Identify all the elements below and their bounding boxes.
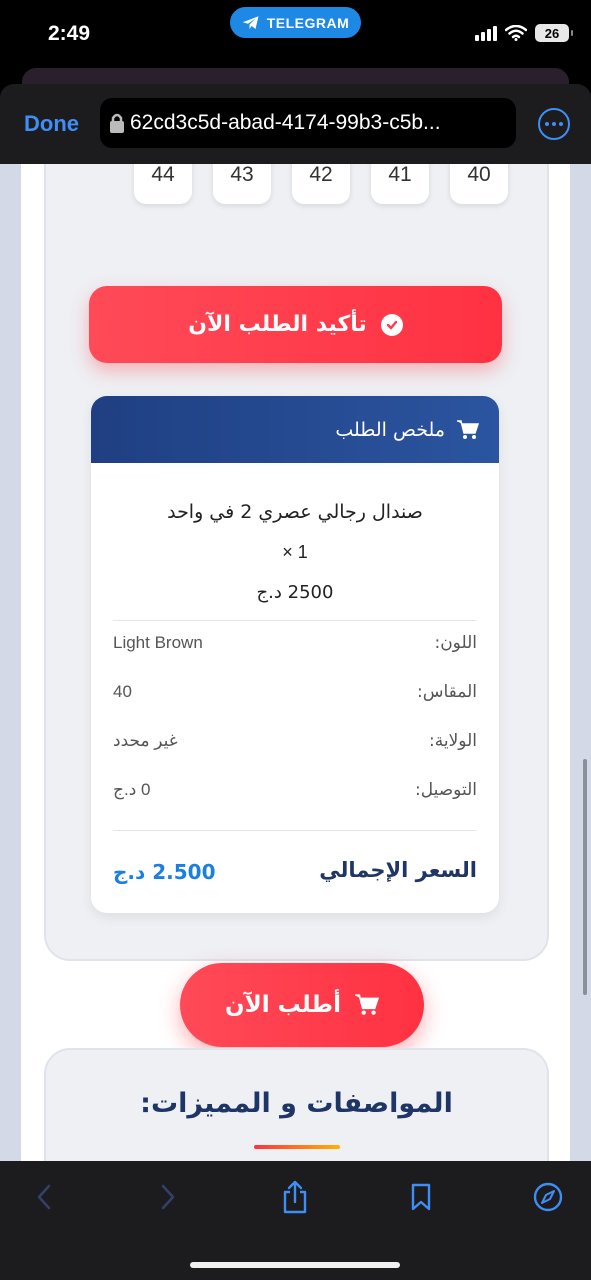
total-label: السعر الإجمالي bbox=[319, 858, 477, 882]
divider bbox=[113, 830, 477, 831]
summary-row-state: غير محدد الولاية: bbox=[113, 731, 477, 751]
bookmark-icon[interactable] bbox=[403, 1179, 439, 1215]
status-bar: 2:49 TELEGRAM 26 bbox=[0, 0, 591, 70]
size-option-40[interactable]: 40 bbox=[450, 164, 508, 204]
confirm-order-button[interactable]: تأكيد الطلب الآن bbox=[89, 286, 502, 363]
clock: 2:49 bbox=[48, 22, 91, 45]
status-icons: 26 bbox=[475, 24, 573, 42]
summary-row-color: Light Brown اللون: bbox=[113, 633, 477, 653]
more-icon[interactable] bbox=[538, 108, 570, 140]
telegram-label: TELEGRAM bbox=[266, 14, 350, 31]
browser-top-bar: Done 62cd3c5d-abad-4174-99b3-c5b... bbox=[0, 84, 591, 164]
home-indicator[interactable] bbox=[190, 1262, 400, 1268]
delivery-label: التوصيل: bbox=[415, 780, 477, 800]
telegram-icon bbox=[242, 15, 259, 29]
order-summary: ملخص الطلب صندال رجالي عصري 2 في واحد × … bbox=[91, 396, 499, 913]
telegram-pill[interactable]: TELEGRAM bbox=[230, 7, 361, 38]
lock-icon bbox=[110, 113, 124, 133]
check-circle-icon bbox=[380, 313, 403, 336]
web-content: 40 41 42 43 44 تأكيد الطلب الآن ملخص الط… bbox=[0, 164, 591, 1161]
product-name: صندال رجالي عصري 2 في واحد bbox=[167, 501, 423, 523]
forward-icon[interactable] bbox=[150, 1179, 186, 1215]
url-field[interactable]: 62cd3c5d-abad-4174-99b3-c5b... bbox=[100, 98, 516, 148]
done-button[interactable]: Done bbox=[24, 111, 79, 137]
specs-title-underline bbox=[254, 1145, 340, 1149]
url-text: 62cd3c5d-abad-4174-99b3-c5b... bbox=[130, 111, 441, 134]
confirm-order-label: تأكيد الطلب الآن bbox=[188, 312, 367, 337]
cart-icon bbox=[354, 994, 379, 1015]
back-icon[interactable] bbox=[26, 1179, 62, 1215]
battery-level: 26 bbox=[544, 25, 560, 41]
divider bbox=[113, 620, 477, 621]
state-value: غير محدد bbox=[113, 731, 178, 750]
order-summary-header: ملخص الطلب bbox=[91, 396, 499, 463]
specs-card: المواصفات و المميزات: bbox=[44, 1048, 549, 1161]
order-now-button[interactable]: أطلب الآن bbox=[180, 963, 424, 1047]
size-label: المقاس: bbox=[417, 682, 477, 702]
wifi-icon bbox=[505, 25, 527, 41]
total-value: 2.500 د.ج bbox=[113, 860, 216, 884]
order-summary-title: ملخص الطلب bbox=[335, 418, 445, 441]
size-option-41[interactable]: 41 bbox=[371, 164, 429, 204]
share-icon[interactable] bbox=[277, 1179, 313, 1215]
size-option-44[interactable]: 44 bbox=[134, 164, 192, 204]
size-option-42[interactable]: 42 bbox=[292, 164, 350, 204]
scrollbar[interactable] bbox=[583, 759, 587, 995]
battery-icon: 26 bbox=[535, 24, 573, 42]
size-value: 40 bbox=[113, 682, 132, 701]
signal-icon bbox=[475, 25, 497, 41]
size-option-43[interactable]: 43 bbox=[213, 164, 271, 204]
delivery-value: 0 د.ج bbox=[113, 780, 151, 799]
page: 40 41 42 43 44 تأكيد الطلب الآن ملخص الط… bbox=[21, 164, 570, 1161]
color-value: Light Brown bbox=[113, 633, 203, 652]
order-now-label: أطلب الآن bbox=[225, 992, 341, 1018]
summary-row-size: 40 المقاس: bbox=[113, 682, 477, 702]
specs-title: المواصفات و المميزات: bbox=[140, 1088, 453, 1119]
size-selector: 40 41 42 43 44 bbox=[134, 164, 508, 204]
product-price: 2500 د.ج bbox=[256, 582, 334, 603]
cart-icon bbox=[457, 419, 479, 439]
state-label: الولاية: bbox=[429, 731, 477, 751]
summary-row-delivery: 0 د.ج التوصيل: bbox=[113, 780, 477, 800]
compass-icon[interactable] bbox=[530, 1179, 566, 1215]
color-label: اللون: bbox=[434, 633, 477, 653]
product-quantity: × 1 bbox=[282, 542, 308, 562]
